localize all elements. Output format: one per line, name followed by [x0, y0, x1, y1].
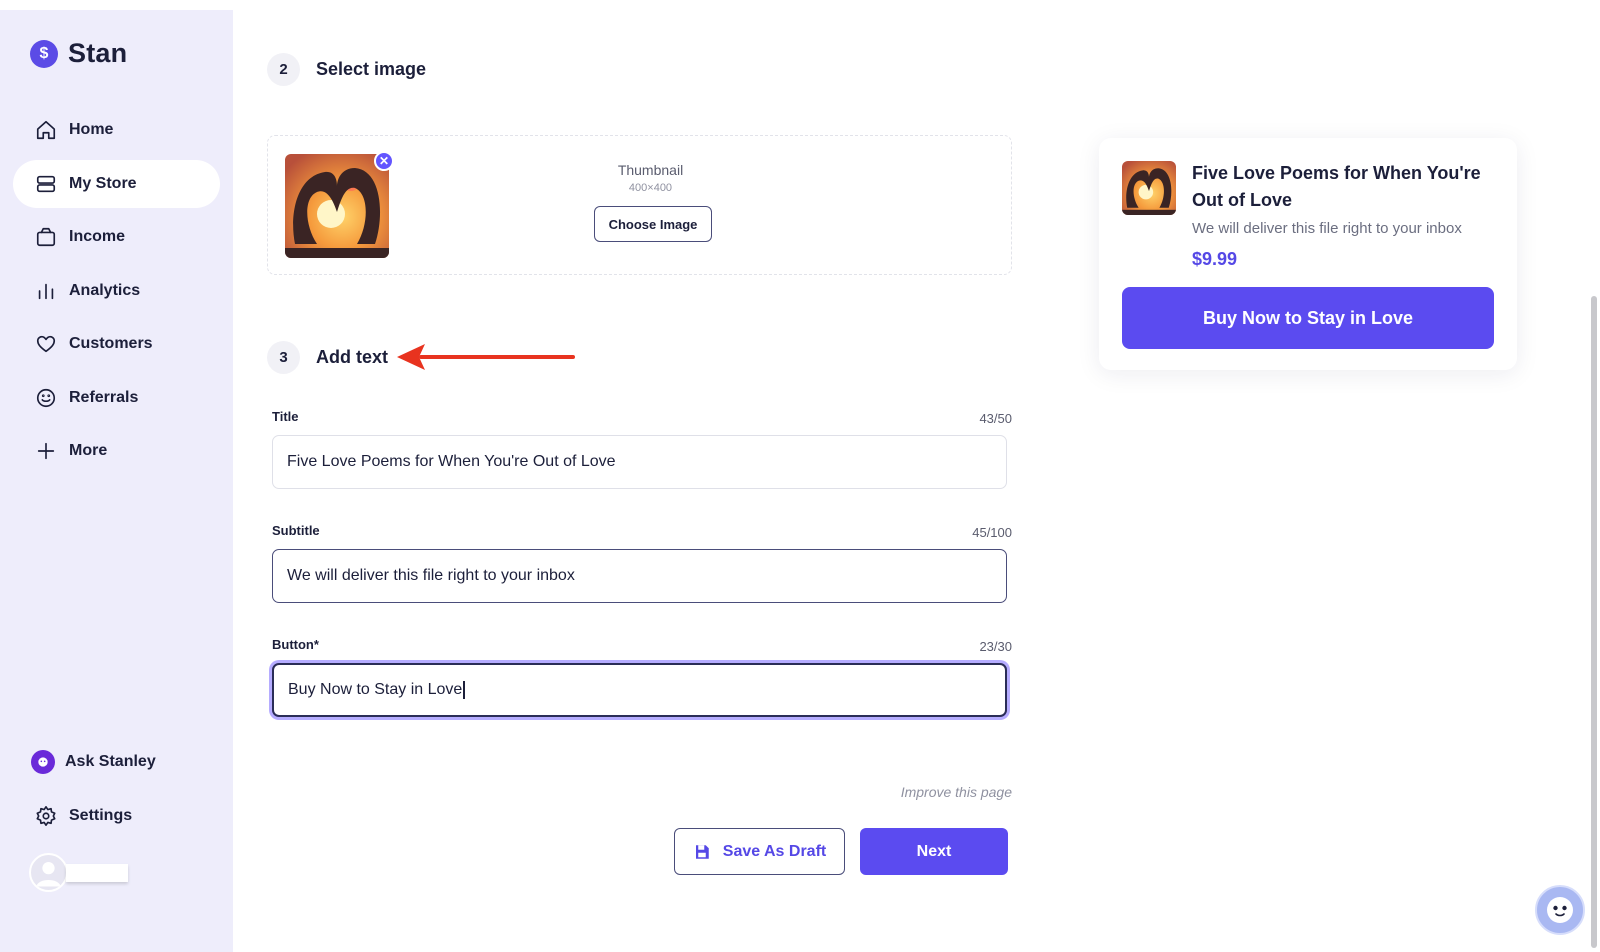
sidebar-item-label: Analytics — [69, 281, 141, 299]
improve-page-link[interactable]: Improve this page — [872, 784, 1012, 800]
preview-title: Five Love Poems for When You're Out of L… — [1192, 163, 1481, 210]
plus-icon — [35, 440, 57, 462]
wallet-icon — [35, 226, 57, 248]
button-char-count: 23/30 — [979, 639, 1012, 654]
user-silhouette-icon — [36, 862, 61, 887]
button-input-value: Buy Now to Stay in Love — [288, 681, 463, 698]
brand[interactable]: $ Stan — [30, 38, 127, 69]
title-input-value: Five Love Poems for When You're Out of L… — [287, 453, 616, 470]
sidebar-nav: Home My Store Income Analytics Customers — [13, 106, 220, 481]
brand-name: Stan — [68, 38, 128, 68]
thumbnail-label: Thumbnail — [617, 162, 684, 178]
button-field-label: Button* — [272, 637, 319, 652]
choose-image-button[interactable]: Choose Image — [594, 206, 712, 242]
sidebar: $ Stan Home My Store Income Analytics Cu… — [0, 10, 233, 952]
smile-icon — [35, 387, 57, 409]
sidebar-item-label: Settings — [69, 806, 133, 824]
sidebar-item-referrals[interactable]: Referrals — [13, 374, 220, 422]
sunset-heart-hands-icon — [1122, 161, 1176, 215]
home-icon — [35, 119, 57, 141]
title-input[interactable]: Five Love Poems for When You're Out of L… — [272, 435, 1007, 489]
step-select-image: 2 Select image — [267, 53, 426, 86]
robot-face-icon — [1547, 897, 1573, 923]
sidebar-item-settings[interactable]: Settings — [13, 792, 220, 840]
step-add-text: 3 Add text — [267, 341, 388, 374]
sidebar-item-income[interactable]: Income — [13, 213, 220, 261]
button-text-input[interactable]: Buy Now to Stay in Love — [272, 663, 1007, 717]
sidebar-item-my-store[interactable]: My Store — [13, 159, 220, 208]
title-char-count: 43/50 — [979, 411, 1012, 426]
sidebar-item-label: More — [69, 442, 108, 459]
annotation-arrow-icon — [397, 344, 575, 370]
next-button[interactable]: Next — [860, 828, 1008, 875]
image-upload-area[interactable]: ✕ Thumbnail 400×400 Choose Image — [267, 135, 1012, 275]
thumbnail-size-hint: 400×400 — [628, 182, 673, 194]
chat-assistant-button[interactable] — [1535, 885, 1585, 935]
floppy-disk-icon — [695, 844, 709, 859]
step-title: Select image — [316, 59, 427, 79]
sidebar-item-label: Ask Stanley — [65, 753, 156, 770]
avatar — [29, 853, 68, 892]
sidebar-item-ask-stanley[interactable]: Ask Stanley — [13, 738, 220, 786]
dollar-icon: $ — [30, 39, 58, 68]
gear-icon — [35, 805, 57, 827]
bar-chart-icon — [35, 280, 57, 302]
product-preview-card: Five Love Poems for When You're Out of L… — [1099, 138, 1517, 370]
text-cursor — [463, 681, 465, 699]
preview-subtitle: We will deliver this file right to your … — [1192, 220, 1462, 237]
step-number: 2 — [267, 53, 300, 86]
sidebar-bottom-nav: Ask Stanley Settings — [13, 738, 220, 845]
sidebar-item-analytics[interactable]: Analytics — [13, 267, 220, 315]
sidebar-item-label: Referrals — [69, 388, 139, 406]
preview-buy-button[interactable]: Buy Now to Stay in Love — [1122, 287, 1494, 349]
subtitle-field-label: Subtitle — [272, 523, 320, 538]
subtitle-input-value: We will deliver this file right to your … — [287, 567, 575, 584]
sidebar-item-label: Home — [69, 121, 114, 138]
sidebar-item-label: My Store — [69, 174, 137, 192]
page-scrollbar[interactable] — [1591, 296, 1597, 948]
step-number: 3 — [267, 341, 300, 374]
subtitle-char-count: 45/100 — [972, 525, 1012, 540]
save-draft-button[interactable]: Save As Draft — [674, 828, 845, 875]
sidebar-item-label: Customers — [69, 335, 153, 352]
save-draft-label: Save As Draft — [722, 842, 827, 860]
sidebar-item-more[interactable]: More — [13, 427, 220, 475]
preview-price: $9.99 — [1192, 249, 1238, 269]
subtitle-input[interactable]: We will deliver this file right to your … — [272, 549, 1007, 603]
sidebar-item-customers[interactable]: Customers — [13, 320, 220, 368]
preview-thumbnail — [1122, 161, 1176, 215]
store-icon — [35, 173, 57, 195]
heart-icon — [35, 333, 57, 355]
user-profile[interactable] — [29, 853, 128, 892]
sidebar-item-home[interactable]: Home — [13, 106, 220, 154]
title-field-label: Title — [272, 409, 299, 424]
sidebar-item-label: Income — [69, 228, 126, 245]
step-title: Add text — [316, 347, 388, 367]
stanley-bot-icon — [31, 750, 55, 774]
user-name-redacted — [66, 863, 128, 882]
